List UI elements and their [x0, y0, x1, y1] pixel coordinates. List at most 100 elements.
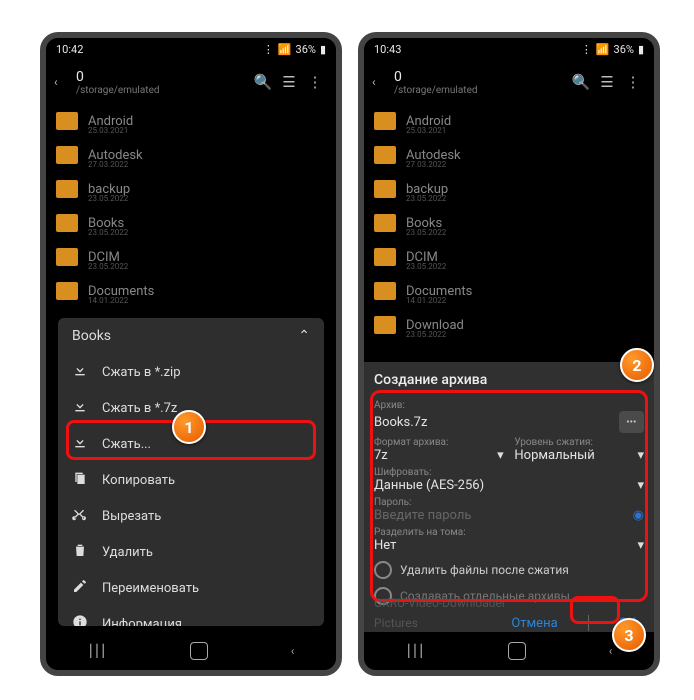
list-item[interactable]: Download23.05.2022	[364, 308, 654, 342]
file-tag	[284, 228, 324, 236]
file-date: 27.03.2022	[88, 160, 128, 169]
folder-icon	[56, 112, 78, 130]
path-title: 0	[76, 69, 250, 85]
folder-icon	[374, 282, 396, 300]
battery-icon: ▮	[320, 43, 326, 56]
toolbar: ‹ 0 /storage/emulated 🔍 ☰ ⋮	[364, 60, 654, 104]
list-item[interactable]: DCIM23.05.2022	[46, 240, 336, 274]
chevron-up-icon[interactable]: ⌃	[298, 328, 310, 344]
marker-1: 1	[172, 410, 206, 444]
file-tag	[284, 262, 324, 270]
breadcrumb[interactable]: 0 /storage/emulated	[72, 69, 250, 96]
context-item[interactable]: Вырезать	[58, 498, 324, 534]
dl-icon	[72, 398, 88, 418]
battery-pct: 36%	[296, 43, 316, 56]
list-item[interactable]: Autodesk27.03.2022	[364, 138, 654, 172]
dl-icon	[72, 362, 88, 382]
back-button[interactable]: ‹	[291, 644, 295, 658]
cut-icon	[72, 506, 88, 526]
battery-pct: 36%	[614, 43, 634, 56]
status-time: 10:42	[56, 43, 83, 56]
status-right: ⋮ 📶 36% ▮	[581, 43, 644, 56]
copy-icon	[72, 470, 88, 490]
context-item[interactable]: Информация	[58, 606, 324, 626]
marker-3: 3	[612, 618, 646, 652]
file-date: 14.01.2022	[88, 296, 128, 305]
file-date: 23.05.2022	[88, 262, 128, 271]
file-tag	[602, 228, 642, 236]
context-item[interactable]: Удалить	[58, 534, 324, 570]
list-item[interactable]: DCIM23.05.2022	[364, 240, 654, 274]
toolbar: ‹ 0 /storage/emulated 🔍 ☰ ⋮	[46, 60, 336, 104]
list-item[interactable]: Android25.03.2021	[364, 104, 654, 138]
back-button[interactable]: ‹	[609, 644, 613, 658]
file-list[interactable]: Android25.03.2021Autodesk27.03.2022backu…	[364, 104, 654, 342]
menu-icon[interactable]: ⋮	[302, 73, 328, 91]
create-archive-dialog: Создание архива Архив: Books.7z ••• Форм…	[364, 362, 654, 632]
context-label: Переименовать	[102, 581, 199, 596]
context-item[interactable]: Сжать в *.zip	[58, 354, 324, 390]
context-item[interactable]: Переименовать	[58, 570, 324, 606]
file-tag	[602, 330, 642, 338]
search-icon[interactable]: 🔍	[568, 73, 594, 91]
list-item[interactable]: backup23.05.2022	[364, 172, 654, 206]
context-item[interactable]: Копировать	[58, 462, 324, 498]
list-item[interactable]: Autodesk27.03.2022	[46, 138, 336, 172]
list-item: OKRU-Video-Downloader	[374, 596, 644, 610]
view-icon[interactable]: ☰	[594, 73, 620, 91]
view-icon[interactable]: ☰	[276, 73, 302, 91]
pen-icon	[72, 578, 88, 598]
back-icon[interactable]: ‹	[54, 75, 72, 89]
signal-icon: 📶	[278, 43, 292, 56]
info-icon	[72, 614, 88, 626]
folder-icon	[56, 248, 78, 266]
list-item[interactable]: Android25.03.2021	[46, 104, 336, 138]
wifi-icon: ⋮	[263, 43, 274, 56]
folder-icon	[56, 282, 78, 300]
list-item[interactable]: Documents14.01.2022	[46, 274, 336, 308]
file-date: 23.05.2022	[406, 194, 446, 203]
folder-icon	[374, 316, 396, 334]
back-icon[interactable]: ‹	[372, 75, 390, 89]
path-subtitle: /storage/emulated	[76, 85, 250, 96]
context-label: Сжать в *.zip	[102, 365, 181, 380]
context-label: Сжать в *.7z	[102, 401, 177, 416]
menu-icon[interactable]: ⋮	[620, 73, 646, 91]
file-date: 27.03.2022	[406, 160, 446, 169]
list-item[interactable]: backup23.05.2022	[46, 172, 336, 206]
file-tag	[284, 296, 324, 304]
list-item[interactable]: Books23.05.2022	[364, 206, 654, 240]
file-date: 23.05.2022	[88, 194, 128, 203]
context-label: Копировать	[102, 473, 175, 488]
file-date: 25.03.2021	[88, 126, 128, 135]
file-tag	[602, 126, 642, 134]
context-label: Удалить	[102, 545, 153, 560]
trash-icon	[72, 542, 88, 562]
file-tag	[602, 194, 642, 202]
file-date: 25.03.2021	[406, 126, 446, 135]
context-label: Информация	[102, 617, 182, 627]
home-button[interactable]	[190, 642, 208, 660]
folder-icon	[56, 180, 78, 198]
path-subtitle: /storage/emulated	[394, 85, 568, 96]
file-tag	[284, 194, 324, 202]
search-icon[interactable]: 🔍	[250, 73, 276, 91]
context-title: Books	[72, 328, 111, 344]
folder-icon	[374, 112, 396, 130]
android-navbar: ⎮⎮⎮ ‹	[364, 632, 654, 670]
file-date: 23.05.2022	[88, 228, 128, 237]
folder-icon	[374, 214, 396, 232]
android-navbar: ⎮⎮⎮ ‹	[46, 632, 336, 670]
path-title: 0	[394, 69, 568, 85]
list-item[interactable]: Documents14.01.2022	[364, 274, 654, 308]
file-list[interactable]: Android25.03.2021Autodesk27.03.2022backu…	[46, 104, 336, 308]
file-tag	[284, 126, 324, 134]
home-button[interactable]	[508, 642, 526, 660]
file-tag	[602, 296, 642, 304]
recents-button[interactable]: ⎮⎮⎮	[88, 644, 107, 658]
highlight-dialog	[370, 390, 648, 602]
breadcrumb[interactable]: 0 /storage/emulated	[390, 69, 568, 96]
recents-button[interactable]: ⎮⎮⎮	[406, 644, 425, 658]
folder-icon	[56, 214, 78, 232]
list-item[interactable]: Books23.05.2022	[46, 206, 336, 240]
